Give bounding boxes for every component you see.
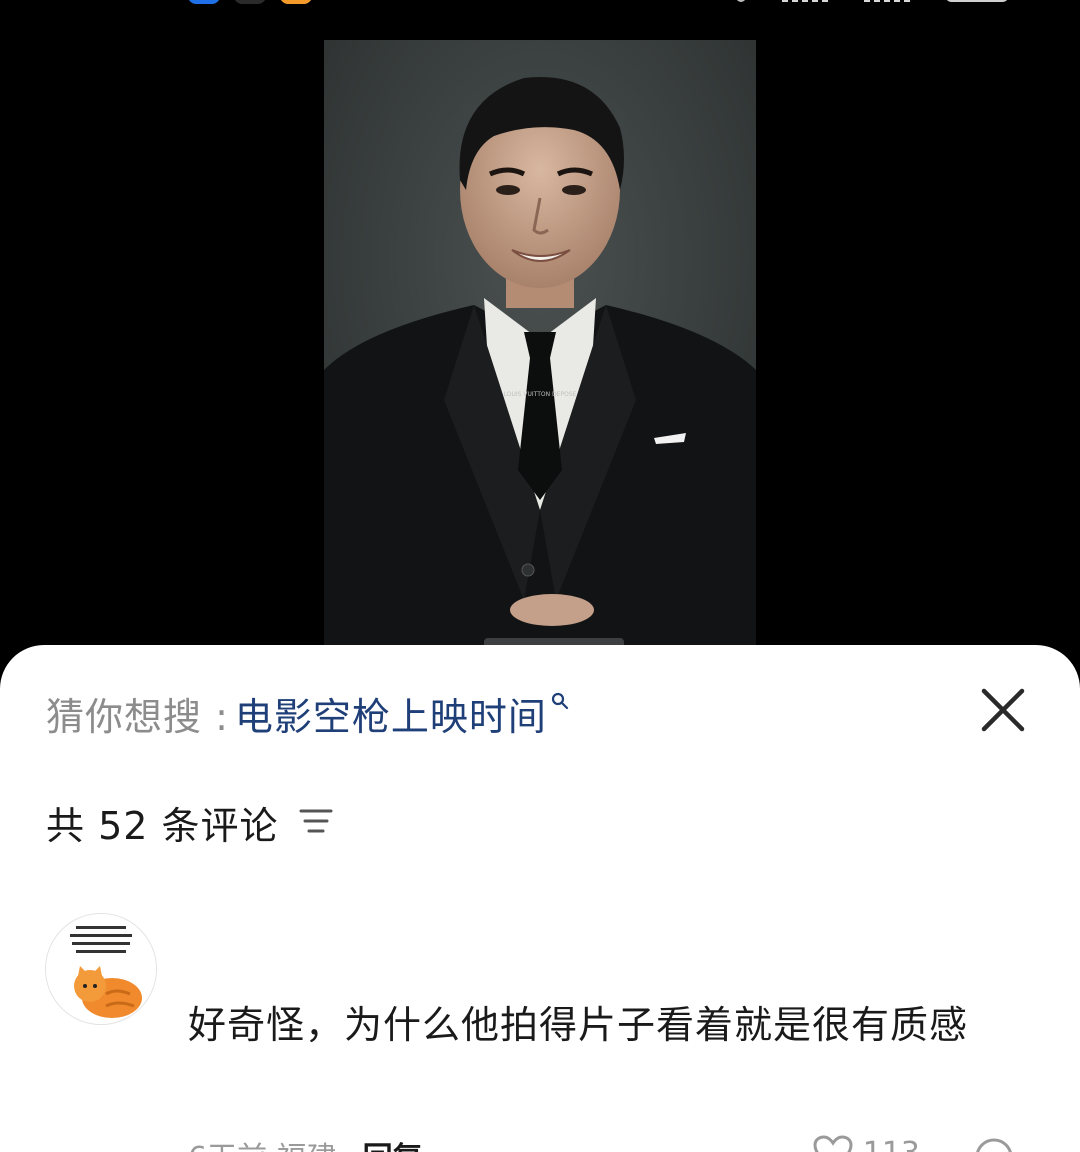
video-player[interactable]: LOUIS VUITTON DEPOSE [324, 40, 756, 660]
close-icon [981, 688, 1025, 732]
portrait-photo: LOUIS VUITTON DEPOSE [324, 40, 756, 660]
status-app-icon-1 [188, 0, 220, 4]
status-app-icon-2 [234, 0, 266, 4]
like-count: 113 [863, 1136, 920, 1152]
more-icon[interactable] [974, 1137, 1014, 1152]
cat-avatar-image [46, 914, 156, 1024]
search-icon[interactable] [551, 692, 569, 714]
tie-print-text: LOUIS VUITTON DEPOSE [504, 391, 577, 398]
comments-sheet: 猜你想搜 : 电影空枪上映时间 共 52 条评论 好奇怪，为什么他拍得片子看着就… [0, 645, 1080, 1152]
suggestion-term-link[interactable]: 电影空枪上映时间 [235, 686, 547, 741]
signal-icon [782, 0, 828, 2]
heart-icon [813, 1135, 853, 1152]
comment-count: 共 52 条评论 [46, 804, 279, 848]
reply-button[interactable]: 回复 [363, 1133, 423, 1152]
status-app-icon-3 [280, 0, 312, 4]
app-screen: LOUIS VUITTON DEPOSE 猜你想搜: 电影空枪上映时间 共 5… [0, 0, 1080, 1152]
sort-icon[interactable] [299, 806, 333, 840]
status-bar-app-icons [188, 0, 312, 4]
comments-header: 共 52 条评论 [46, 795, 333, 850]
like-button[interactable]: 113 [813, 1135, 920, 1152]
signal-icon-2 [864, 0, 910, 2]
suggestion-prefix: 猜你想搜 : [46, 694, 229, 739]
comment-meta: 6天前 福建 回复 [188, 1133, 423, 1152]
status-bar-indicators [736, 0, 1008, 2]
avatar[interactable] [45, 913, 157, 1025]
search-suggestion[interactable]: 猜你想搜 : 电影空枪上映时间 [46, 685, 569, 741]
comment-text: 好奇怪，为什么他拍得片子看着就是很有质感 [188, 1003, 969, 1047]
close-button[interactable] [980, 687, 1026, 733]
status-dot-icon [736, 0, 746, 2]
battery-icon [946, 0, 1008, 2]
comment-time-location: 6天前 福建 [188, 1133, 337, 1152]
